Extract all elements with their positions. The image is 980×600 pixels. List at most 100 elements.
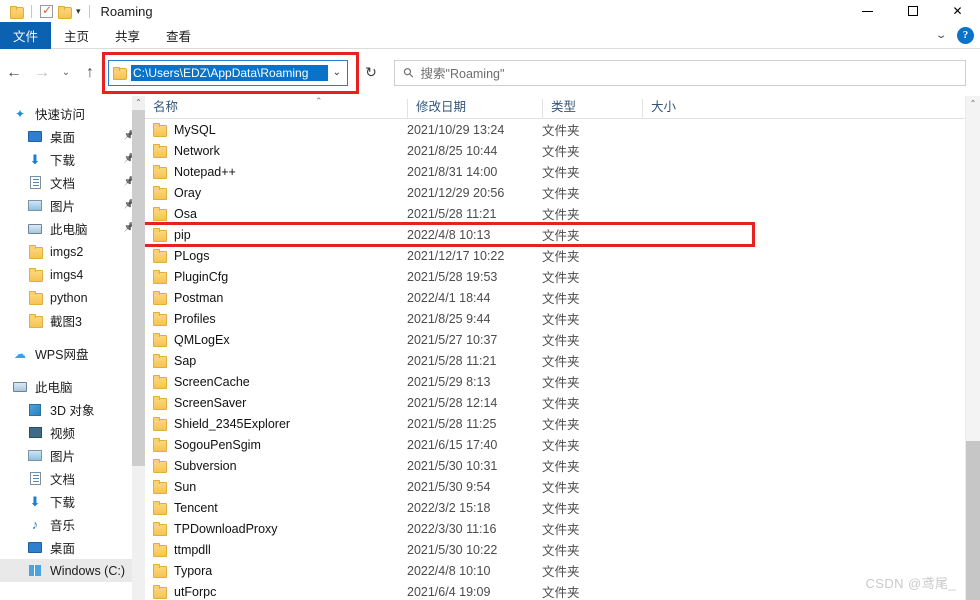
search-box[interactable]: ⚲ 搜索"Roaming": [394, 59, 966, 86]
table-row[interactable]: utForpc 2021/6/4 19:09 文件夹: [145, 581, 980, 600]
address-path-text[interactable]: C:\Users\EDZ\AppData\Roaming: [131, 64, 328, 81]
column-header-type[interactable]: 类型: [542, 99, 642, 118]
table-row[interactable]: SogouPenSgim 2021/6/15 17:40 文件夹: [145, 434, 980, 455]
table-row[interactable]: QMLogEx 2021/5/27 10:37 文件夹: [145, 329, 980, 350]
table-row[interactable]: MySQL 2021/10/29 13:24 文件夹: [145, 119, 980, 140]
table-row[interactable]: pip 2022/4/8 10:13 文件夹: [145, 224, 980, 245]
navigation-pane: ✦ 快速访问 桌面 📌 ⬇ 下载 📌 文档 📌 图片 📌 此电脑 📌 imgs2 imgs4 python 截图…: [0, 96, 145, 600]
table-row[interactable]: Shield_2345Explorer 2021/5/28 11:25 文件夹: [145, 413, 980, 434]
folder-icon: [28, 268, 43, 282]
table-row[interactable]: Osa 2021/5/28 11:21 文件夹: [145, 203, 980, 224]
tab-share[interactable]: 共享: [102, 22, 153, 49]
refresh-button[interactable]: ↻: [356, 64, 386, 81]
sidebar-group-quick-access[interactable]: ✦ 快速访问: [0, 102, 145, 125]
back-button[interactable]: ←: [0, 64, 28, 82]
sidebar-item-文档[interactable]: 文档 📌: [0, 171, 145, 194]
picture-icon: [28, 450, 42, 461]
sidebar-item-imgs4[interactable]: imgs4: [0, 263, 145, 286]
table-row[interactable]: Notepad++ 2021/8/31 14:00 文件夹: [145, 161, 980, 182]
up-button[interactable]: ↑: [76, 64, 104, 82]
folder-icon: [153, 228, 167, 242]
sidebar-item-音乐[interactable]: ♪ 音乐: [0, 513, 145, 536]
cell-size: [642, 224, 747, 245]
cell-date: 2022/4/8 10:10: [407, 563, 491, 578]
quick-access-toolbar[interactable]: ▾: [0, 0, 93, 22]
chevron-down-icon[interactable]: ⌄: [935, 30, 948, 41]
tab-file[interactable]: 文件: [0, 22, 52, 49]
table-row[interactable]: Profiles 2021/8/25 9:44 文件夹: [145, 308, 980, 329]
table-row[interactable]: ScreenSaver 2021/5/28 12:14 文件夹: [145, 392, 980, 413]
sidebar-group-label: 此电脑: [35, 381, 73, 395]
sidebar-item-Windows (C:)[interactable]: Windows (C:): [0, 559, 145, 582]
sidebar-item-桌面[interactable]: 桌面 📌: [0, 125, 145, 148]
file-name-label: Subversion: [174, 458, 237, 473]
desktop-icon: [28, 131, 42, 142]
sidebar-item-文档[interactable]: 文档: [0, 467, 145, 490]
table-row[interactable]: ScreenCache 2021/5/29 8:13 文件夹: [145, 371, 980, 392]
table-row[interactable]: ttmpdll 2021/5/30 10:22 文件夹: [145, 539, 980, 560]
sidebar-group-this-pc[interactable]: 此电脑: [0, 375, 145, 398]
ribbon-tabs: 文件 主页 共享 查看 ⌄ ?: [0, 22, 980, 49]
sidebar-item-python[interactable]: python: [0, 286, 145, 309]
sidebar-item-此电脑[interactable]: 此电脑 📌: [0, 217, 145, 240]
tab-view[interactable]: 查看: [153, 22, 204, 49]
folder-icon[interactable]: [10, 5, 24, 19]
folder-icon: [153, 480, 167, 494]
address-dropdown-icon[interactable]: ⌄: [333, 67, 343, 78]
sidebar-group-wps-cloud[interactable]: ☁ WPS网盘: [0, 342, 145, 365]
table-row[interactable]: Network 2021/8/25 10:44 文件夹: [145, 140, 980, 161]
list-scroll-up-icon[interactable]: ⌃: [966, 96, 980, 112]
sidebar-item-截图3[interactable]: 截图3: [0, 309, 145, 332]
forward-button[interactable]: →: [28, 64, 56, 82]
table-row[interactable]: PLogs 2021/12/17 10:22 文件夹: [145, 245, 980, 266]
customize-caret-icon[interactable]: ▾: [76, 0, 81, 22]
table-row[interactable]: Postman 2022/4/1 18:44 文件夹: [145, 287, 980, 308]
sidebar-item-视频[interactable]: 视频: [0, 421, 145, 444]
tab-home[interactable]: 主页: [51, 22, 102, 49]
ribbon-right-controls: ⌄ ?: [935, 22, 974, 49]
sidebar-item-imgs2[interactable]: imgs2: [0, 240, 145, 263]
cell-name: Tencent: [145, 497, 407, 518]
help-button[interactable]: ?: [957, 27, 974, 44]
sidebar-item-下载[interactable]: ⬇ 下载: [0, 490, 145, 513]
table-row[interactable]: Typora 2022/4/8 10:10 文件夹: [145, 560, 980, 581]
recent-locations-icon[interactable]: ⌄: [56, 67, 76, 78]
cell-type: 文件夹: [542, 544, 580, 558]
folder-icon: [153, 438, 167, 452]
column-header-size[interactable]: 大小: [642, 99, 747, 118]
table-row[interactable]: Sun 2021/5/30 9:54 文件夹: [145, 476, 980, 497]
sidebar-scroll-thumb[interactable]: [132, 110, 145, 466]
table-row[interactable]: Tencent 2022/3/2 15:18 文件夹: [145, 497, 980, 518]
table-row[interactable]: TPDownloadProxy 2022/3/30 11:16 文件夹: [145, 518, 980, 539]
table-row[interactable]: Subversion 2021/5/30 10:31 文件夹: [145, 455, 980, 476]
table-row[interactable]: Oray 2021/12/29 20:56 文件夹: [145, 182, 980, 203]
file-name-label: Oray: [174, 185, 202, 200]
new-folder-icon[interactable]: [58, 5, 72, 19]
column-header-date[interactable]: 修改日期: [407, 99, 542, 118]
sidebar-item-图片[interactable]: 图片: [0, 444, 145, 467]
sidebar-item-label: 视频: [50, 427, 76, 441]
table-row[interactable]: Sap 2021/5/28 11:21 文件夹: [145, 350, 980, 371]
maximize-button[interactable]: [890, 0, 935, 22]
minimize-button[interactable]: [845, 0, 890, 22]
desktop-icon: [28, 542, 42, 553]
close-button[interactable]: ✕: [935, 0, 980, 22]
column-header-name[interactable]: 名称: [145, 99, 407, 118]
cell-name: Profiles: [145, 308, 407, 329]
table-row[interactable]: PluginCfg 2021/5/28 19:53 文件夹: [145, 266, 980, 287]
sidebar-item-下载[interactable]: ⬇ 下载 📌: [0, 148, 145, 171]
folder-icon: [153, 564, 167, 578]
sidebar-scrollbar[interactable]: ⌃: [132, 96, 145, 600]
icon-slot: [25, 314, 45, 328]
cell-date: 2021/5/27 10:37: [407, 332, 498, 347]
sidebar-item-图片[interactable]: 图片 📌: [0, 194, 145, 217]
sidebar-scroll-up-icon[interactable]: ⌃: [132, 96, 145, 110]
sidebar-item-3D 对象[interactable]: 3D 对象: [0, 398, 145, 421]
properties-icon[interactable]: [40, 3, 53, 18]
file-name-label: SogouPenSgim: [174, 437, 261, 452]
sidebar-item-桌面[interactable]: 桌面: [0, 536, 145, 559]
address-bar[interactable]: C:\Users\EDZ\AppData\Roaming ⌄: [108, 59, 348, 86]
file-list-scrollbar[interactable]: ⌃: [965, 96, 980, 600]
icon-slot: [25, 131, 45, 142]
list-scroll-thumb[interactable]: [966, 441, 980, 600]
